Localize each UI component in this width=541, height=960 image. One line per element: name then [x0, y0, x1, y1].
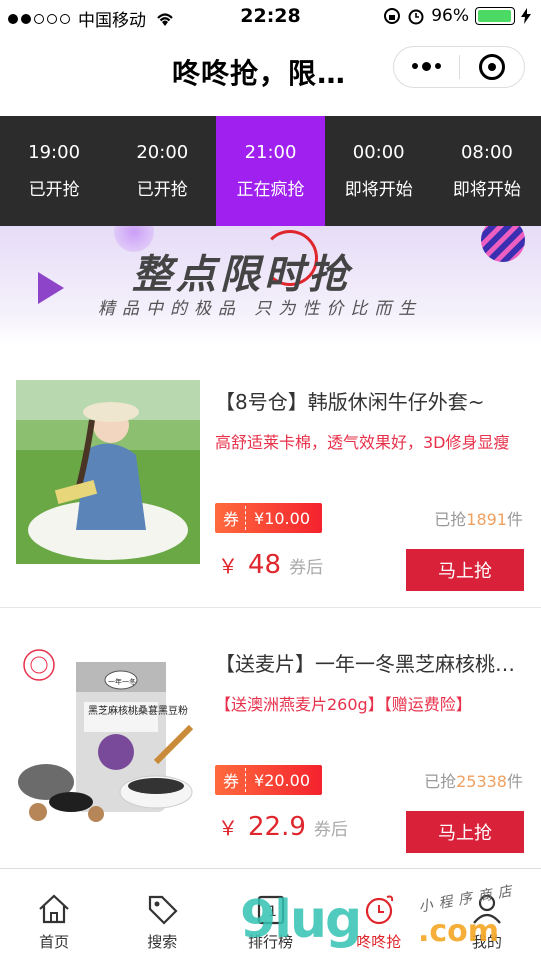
time-tab-2000[interactable]: 20:00 已开抢: [108, 116, 216, 226]
tab-flash-sale[interactable]: 咚咚抢: [325, 869, 433, 960]
tab-label: 排行榜: [248, 933, 294, 951]
buy-now-button[interactable]: 马上抢: [406, 549, 524, 591]
banner-title: 整点限时抢: [132, 252, 352, 298]
charging-icon: [521, 8, 531, 24]
grabbed-count: 已抢25338件: [424, 768, 523, 792]
package-brand-text: 一年一冬: [108, 677, 136, 686]
flash-sale-icon: [365, 895, 393, 925]
brand-badge-icon: [23, 649, 55, 681]
product-card[interactable]: 黑芝麻核桃桑葚黑豆粉 一年一冬 【送麦片】一年一冬黑芝麻核桃… 【送澳洲燕麦片2…: [0, 608, 541, 870]
svg-text:1: 1: [268, 904, 277, 920]
buy-now-button[interactable]: 马上抢: [406, 811, 524, 853]
product-card[interactable]: 【8号仓】韩版休闲牛仔外套~ 高舒适莱卡棉，透气效果好，3D修身显瘦 券 ¥10…: [0, 346, 541, 608]
more-menu-button[interactable]: [394, 62, 459, 71]
time-tab-time: 19:00: [28, 142, 81, 163]
tab-ranking[interactable]: 1 排行榜: [216, 869, 324, 960]
time-tab-status: 已开抢: [136, 180, 188, 200]
grabbed-prefix: 已抢: [434, 510, 467, 529]
coupon-label: 券: [215, 768, 247, 792]
user-icon: [473, 894, 501, 924]
tab-profile[interactable]: 我的: [433, 869, 541, 960]
grabbed-prefix: 已抢: [424, 772, 457, 791]
time-tab-time: 20:00: [136, 142, 189, 163]
time-tab-time: 00:00: [352, 142, 405, 163]
time-tab-time: 21:00: [244, 142, 297, 163]
ranking-icon: 1: [257, 895, 284, 925]
title-bar: 咚咚抢，限…: [0, 34, 541, 116]
time-tab-1900[interactable]: 19:00 已开抢: [0, 116, 108, 226]
coupon-label: 券: [215, 506, 247, 530]
price-value: 22.9: [248, 812, 306, 842]
tab-label: 我的: [471, 933, 502, 951]
tab-label: 咚咚抢: [356, 933, 402, 951]
time-tab-status: 已开抢: [28, 180, 80, 200]
page-title: 咚咚抢，限…: [172, 57, 347, 90]
product-name[interactable]: 【送麦片】一年一冬黑芝麻核桃…: [215, 648, 525, 677]
bottom-tab-bar: 首页 搜索 1 排行榜 咚咚抢 我的: [0, 868, 541, 960]
time-tab-status: 即将开始: [452, 180, 521, 200]
banner-subtitle: 精品中的极品 只为性价比而生: [98, 299, 423, 319]
product-name[interactable]: 【8号仓】韩版休闲牛仔外套~: [215, 386, 525, 415]
rotation-lock-icon: [384, 8, 401, 24]
tab-label: 首页: [39, 933, 70, 951]
grabbed-number: 1891: [466, 510, 507, 529]
package-name-text: 黑芝麻核桃桑葚黑豆粉: [88, 704, 188, 717]
coupon-badge: 券 ¥20.00: [215, 765, 322, 795]
status-bar: 中国移动 22:28 96%: [0, 0, 541, 34]
promo-banner: 整点限时抢 精品中的极品 只为性价比而生: [0, 226, 541, 346]
striped-ball-decoration: [481, 226, 525, 262]
coupon-value: ¥20.00: [254, 770, 310, 790]
tag-icon: [149, 895, 178, 925]
product-image[interactable]: 黑芝麻核桃桑葚黑豆粉 一年一冬: [16, 642, 200, 826]
price-after-coupon: ￥ 22.9 券后: [218, 812, 348, 842]
battery-percent: 96%: [431, 6, 469, 26]
status-right: 96%: [383, 6, 531, 26]
currency-symbol: ￥: [218, 816, 238, 840]
coupon-value: ¥10.00: [254, 508, 310, 528]
coupon-badge: 券 ¥10.00: [215, 503, 322, 533]
product-image[interactable]: [16, 380, 200, 564]
time-tab-status: 即将开始: [344, 180, 413, 200]
tab-home[interactable]: 首页: [0, 869, 108, 960]
price-suffix: 券后: [289, 558, 324, 578]
time-tab-2100[interactable]: 21:00 正在疯抢: [216, 116, 325, 226]
home-icon: [39, 894, 69, 924]
time-tab-0000[interactable]: 00:00 即将开始: [325, 116, 433, 226]
tab-search[interactable]: 搜索: [108, 869, 216, 960]
product-description: 【送澳洲燕麦片260g】【赠运费险】: [215, 695, 472, 714]
product-description: 高舒适莱卡棉，透气效果好，3D修身显瘦: [215, 433, 510, 452]
tab-label: 搜索: [147, 933, 178, 951]
price-value: 48: [248, 550, 282, 580]
price-after-coupon: ￥ 48 券后: [218, 550, 323, 580]
time-tab-0800[interactable]: 08:00 即将开始: [433, 116, 541, 226]
woman-reading-image: [16, 380, 200, 564]
mini-program-capsule: [393, 46, 525, 88]
target-icon: [478, 54, 505, 80]
currency-symbol: ￥: [218, 554, 238, 578]
grabbed-suffix: 件: [506, 772, 523, 791]
grabbed-number: 25338: [456, 772, 507, 791]
time-tab-status: 正在疯抢: [236, 180, 305, 200]
price-suffix: 券后: [313, 820, 348, 840]
grabbed-count: 已抢1891件: [434, 506, 523, 530]
alarm-icon: [408, 9, 424, 25]
time-slot-tabs: 19:00 已开抢 20:00 已开抢 21:00 正在疯抢 00:00 即将开…: [0, 116, 541, 226]
time-tab-time: 08:00: [460, 142, 513, 163]
triangle-decoration-icon: [38, 272, 64, 304]
close-program-button[interactable]: [460, 54, 524, 80]
battery-icon: [475, 7, 515, 25]
grabbed-suffix: 件: [506, 510, 523, 529]
